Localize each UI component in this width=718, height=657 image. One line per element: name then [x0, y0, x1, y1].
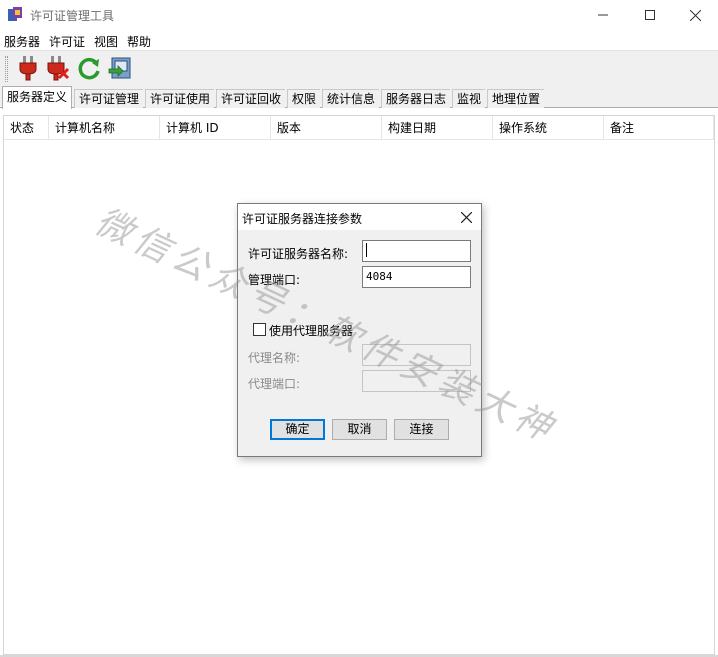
maximize-button[interactable] — [627, 0, 673, 30]
column-build-date[interactable]: 构建日期 — [382, 116, 493, 140]
close-icon — [460, 211, 472, 223]
connect-button[interactable] — [14, 54, 42, 82]
column-computer-id[interactable]: 计算机 ID — [160, 116, 271, 140]
server-name-input[interactable] — [362, 240, 471, 262]
tab-server-log[interactable]: 服务器日志 — [381, 89, 451, 108]
list-header: 状态 计算机名称 计算机 ID 版本 构建日期 操作系统 备注 — [4, 116, 714, 140]
text-caret — [366, 243, 367, 257]
minimize-button[interactable] — [580, 0, 626, 30]
tab-license-recycle[interactable]: 许可证回收 — [216, 89, 286, 108]
use-proxy-checkbox[interactable] — [253, 323, 266, 336]
toolbar — [0, 50, 718, 86]
refresh-icon — [78, 57, 100, 80]
column-version[interactable]: 版本 — [271, 116, 382, 140]
toolbar-grip[interactable] — [5, 56, 8, 82]
server-settings-icon — [108, 57, 131, 79]
column-os[interactable]: 操作系统 — [493, 116, 604, 140]
proxy-name-label: 代理名称: — [248, 351, 301, 365]
menu-view[interactable]: 视图 — [94, 33, 118, 50]
use-proxy-label[interactable]: 使用代理服务器 — [269, 322, 353, 339]
menu-license[interactable]: 许可证 — [49, 33, 85, 50]
server-settings-button[interactable] — [106, 54, 134, 82]
connect-button[interactable]: 连接 — [394, 419, 449, 440]
title-bar: 许可证管理工具 — [0, 0, 718, 30]
minimize-icon — [598, 14, 608, 16]
tab-strip: 服务器定义 许可证管理 许可证使用 许可证回收 权限 统计信息 服务器日志 监视… — [0, 86, 718, 109]
column-status[interactable]: 状态 — [4, 116, 49, 140]
connection-dialog: 许可证服务器连接参数 许可证服务器名称: 管理端口: 4084 使用代理服务器 … — [237, 203, 482, 457]
maximize-icon — [645, 10, 655, 20]
tab-server-definition[interactable]: 服务器定义 — [2, 86, 73, 109]
column-computer-name[interactable]: 计算机名称 — [49, 116, 160, 140]
cancel-button[interactable]: 取消 — [332, 419, 387, 440]
window-title: 许可证管理工具 — [30, 9, 115, 23]
tab-geo-location[interactable]: 地理位置 — [487, 89, 545, 108]
refresh-button[interactable] — [75, 54, 103, 82]
proxy-port-input — [362, 370, 471, 392]
disconnect-button[interactable] — [44, 54, 72, 82]
port-input[interactable]: 4084 — [362, 266, 471, 288]
tab-monitor[interactable]: 监视 — [452, 89, 486, 108]
app-icon — [8, 7, 22, 21]
disconnect-plug-icon — [47, 56, 70, 81]
close-icon — [689, 9, 701, 21]
menu-server[interactable]: 服务器 — [4, 33, 40, 50]
tab-license-management[interactable]: 许可证管理 — [74, 89, 144, 108]
server-name-label: 许可证服务器名称: — [248, 247, 349, 261]
dialog-title: 许可证服务器连接参数 — [242, 212, 363, 226]
proxy-port-label: 代理端口: — [248, 377, 301, 391]
dialog-close-button[interactable] — [454, 206, 478, 228]
tab-permissions[interactable]: 权限 — [287, 89, 321, 108]
ok-button[interactable]: 确定 — [270, 419, 325, 440]
tab-license-usage[interactable]: 许可证使用 — [145, 89, 215, 108]
port-label: 管理端口: — [248, 273, 301, 287]
dialog-title-bar: 许可证服务器连接参数 — [238, 204, 481, 230]
proxy-name-input — [362, 344, 471, 366]
menu-help[interactable]: 帮助 — [127, 33, 151, 50]
menu-bar: 服务器 许可证 视图 帮助 — [0, 30, 718, 50]
column-notes[interactable]: 备注 — [604, 116, 714, 140]
tab-statistics[interactable]: 统计信息 — [322, 89, 380, 108]
close-button[interactable] — [672, 0, 718, 30]
connect-plug-icon — [19, 56, 37, 81]
